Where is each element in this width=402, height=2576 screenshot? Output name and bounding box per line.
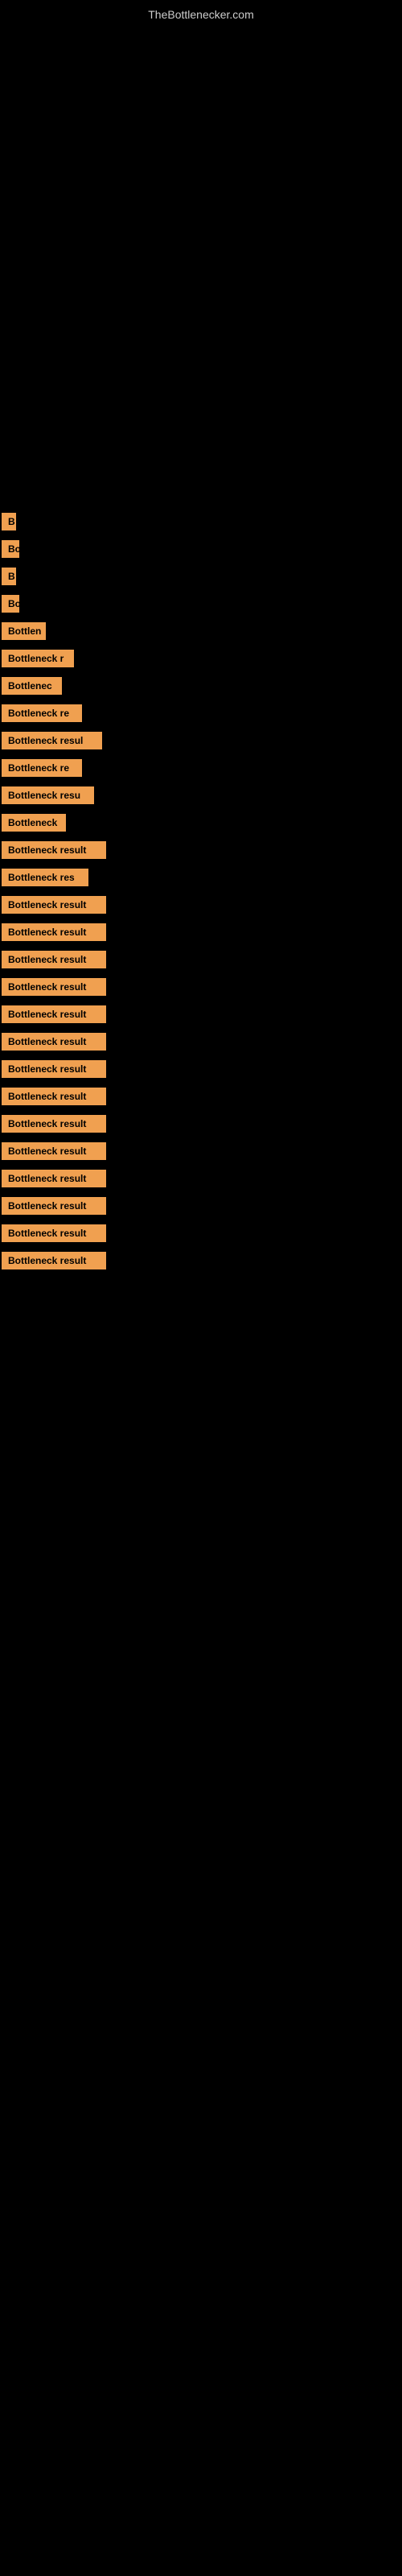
result-label: Bottleneck result	[2, 951, 106, 968]
results-section: B Bo B Bo Bottlen Bottleneck r Bottlenec Bottle…	[0, 508, 402, 1274]
result-item: Bottleneck result	[0, 1001, 402, 1028]
result-label: Bottleneck result	[2, 923, 106, 941]
result-item: Bottleneck result	[0, 836, 402, 864]
result-item: Bottlen	[0, 617, 402, 645]
result-item: Bo	[0, 590, 402, 617]
result-item: Bottlenec	[0, 672, 402, 700]
result-label: Bottleneck result	[2, 1088, 106, 1105]
result-item: Bottleneck result	[0, 1220, 402, 1247]
result-label: Bottleneck result	[2, 1224, 106, 1242]
result-item: B	[0, 508, 402, 535]
result-item: B	[0, 563, 402, 590]
result-item: Bottleneck re	[0, 754, 402, 782]
result-item: Bo	[0, 535, 402, 563]
result-label: Bottleneck res	[2, 869, 88, 886]
result-item: Bottleneck re	[0, 700, 402, 727]
result-item: Bottleneck result	[0, 1110, 402, 1137]
result-item: Bottleneck result	[0, 891, 402, 919]
result-item: Bottleneck res	[0, 864, 402, 891]
result-label: Bottleneck result	[2, 1033, 106, 1051]
result-item: Bottleneck result	[0, 1137, 402, 1165]
result-label: Bottleneck result	[2, 1060, 106, 1078]
chart-area	[0, 25, 402, 508]
result-label: Bo	[2, 540, 19, 558]
result-label: Bottleneck r	[2, 650, 74, 667]
result-item: Bottleneck resul	[0, 727, 402, 754]
result-item: Bottleneck result	[0, 919, 402, 946]
result-label: Bottlen	[2, 622, 46, 640]
result-label: Bottleneck result	[2, 1252, 106, 1269]
result-item: Bottleneck	[0, 809, 402, 836]
result-label: Bottleneck re	[2, 759, 82, 777]
result-label: Bottleneck result	[2, 1115, 106, 1133]
result-label: B	[2, 568, 16, 585]
result-label: Bottleneck resul	[2, 732, 102, 749]
result-label: Bottleneck re	[2, 704, 82, 722]
result-label: Bottleneck resu	[2, 786, 94, 804]
result-label: Bottleneck result	[2, 896, 106, 914]
result-item: Bottleneck result	[0, 1055, 402, 1083]
result-item: Bottleneck result	[0, 1247, 402, 1274]
result-item: Bottleneck result	[0, 1028, 402, 1055]
result-label: Bottleneck result	[2, 978, 106, 996]
result-label: Bottleneck	[2, 814, 66, 832]
result-item: Bottleneck result	[0, 1165, 402, 1192]
result-label: Bottleneck result	[2, 1170, 106, 1187]
result-item: Bottleneck result	[0, 946, 402, 973]
result-label: Bottlenec	[2, 677, 62, 695]
result-label: Bottleneck result	[2, 1142, 106, 1160]
result-item: Bottleneck resu	[0, 782, 402, 809]
result-label: Bottleneck result	[2, 841, 106, 859]
result-item: Bottleneck result	[0, 1192, 402, 1220]
result-label: Bo	[2, 595, 19, 613]
result-label: B	[2, 513, 16, 530]
result-item: Bottleneck result	[0, 973, 402, 1001]
result-item: Bottleneck r	[0, 645, 402, 672]
result-item: Bottleneck result	[0, 1083, 402, 1110]
result-label: Bottleneck result	[2, 1005, 106, 1023]
result-label: Bottleneck result	[2, 1197, 106, 1215]
site-title: TheBottlenecker.com	[0, 0, 402, 25]
